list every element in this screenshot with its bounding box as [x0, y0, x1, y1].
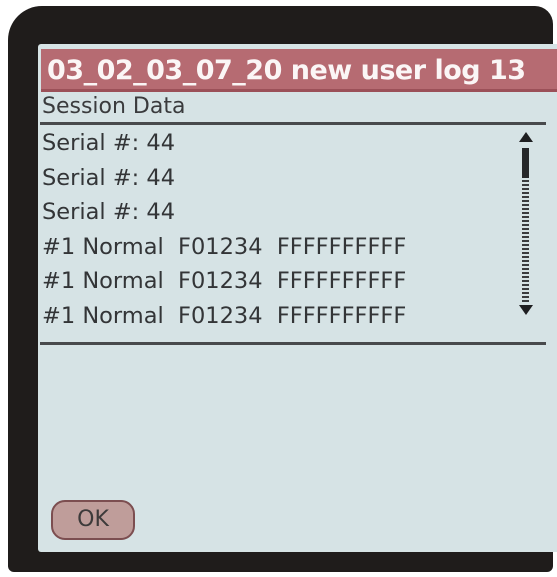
divider-bottom: [40, 342, 546, 345]
scroll-down-arrow-icon[interactable]: [519, 305, 533, 315]
scrollbar-thumb[interactable]: [522, 148, 529, 178]
scrollbar-track[interactable]: [522, 180, 529, 302]
handheld-device-bezel: 03_02_03_07_20 new user log 13 Session D…: [8, 6, 557, 572]
form-title-bar: 03_02_03_07_20 new user log 13: [41, 49, 557, 92]
form-title: 03_02_03_07_20 new user log 13: [47, 55, 526, 86]
scroll-up-arrow-icon[interactable]: [519, 132, 533, 142]
section-label: Session Data: [42, 94, 186, 119]
list-item[interactable]: #1 Normal F01234 FFFFFFFFFF: [42, 230, 512, 265]
list-item[interactable]: Serial #: 44: [42, 195, 512, 230]
divider-top: [40, 122, 546, 125]
list-item[interactable]: #1 Normal F01234 FFFFFFFFFF: [42, 264, 512, 299]
list-item[interactable]: #1 Normal F01234 FFFFFFFFFF: [42, 299, 512, 334]
list-item[interactable]: Serial #: 44: [42, 161, 512, 196]
session-data-form: 03_02_03_07_20 new user log 13 Session D…: [38, 44, 557, 552]
list-item[interactable]: Serial #: 44: [42, 126, 512, 161]
list-scrollbar[interactable]: [516, 132, 538, 322]
ok-button[interactable]: OK: [51, 500, 135, 540]
session-data-list[interactable]: Serial #: 44 Serial #: 44 Serial #: 44 #…: [42, 126, 512, 333]
